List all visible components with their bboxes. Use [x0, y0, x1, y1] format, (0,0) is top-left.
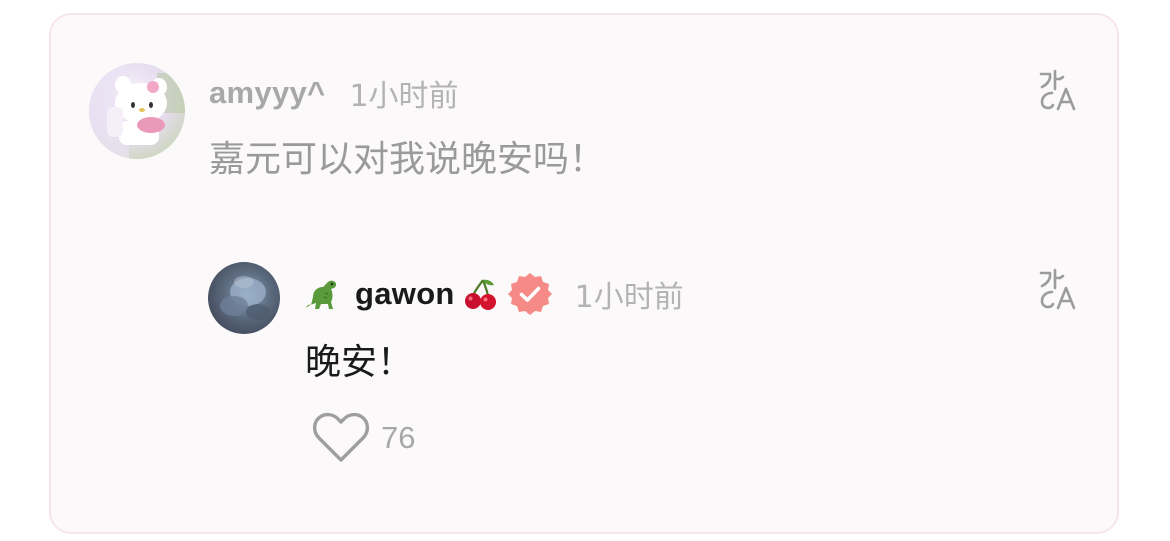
- comment-timestamp: 1小时前: [349, 79, 459, 114]
- comment-text: 嘉元可以对我说晚安吗！: [209, 139, 606, 180]
- like-row: 76: [311, 412, 416, 464]
- comment-card: amyyy^ 1小时前 嘉元可以对我说晚安吗！ gawon 1小时前 晚安！ 7…: [49, 13, 1119, 534]
- reply-timestamp: 1小时前: [574, 280, 684, 315]
- hello-kitty-avatar-image: [89, 63, 185, 159]
- commenter-avatar[interactable]: [89, 63, 185, 159]
- blurred-avatar-image: [208, 262, 280, 334]
- translate-icon[interactable]: [1036, 67, 1080, 111]
- replier-avatar[interactable]: [208, 262, 280, 334]
- comment-meta: amyyy^ 1小时前: [209, 73, 459, 114]
- like-count: 76: [381, 420, 416, 455]
- replier-username[interactable]: gawon: [355, 276, 455, 312]
- commenter-username[interactable]: amyyy^: [209, 75, 325, 111]
- verified-badge-icon: [507, 273, 552, 315]
- reply-meta: gawon 1小时前: [303, 272, 684, 316]
- cherry-emoji-icon: [464, 279, 496, 310]
- translate-icon[interactable]: [1036, 266, 1080, 310]
- dinosaur-emoji-icon: [306, 280, 337, 309]
- heart-outline-icon[interactable]: [311, 412, 371, 464]
- reply-text: 晚安！: [305, 342, 414, 383]
